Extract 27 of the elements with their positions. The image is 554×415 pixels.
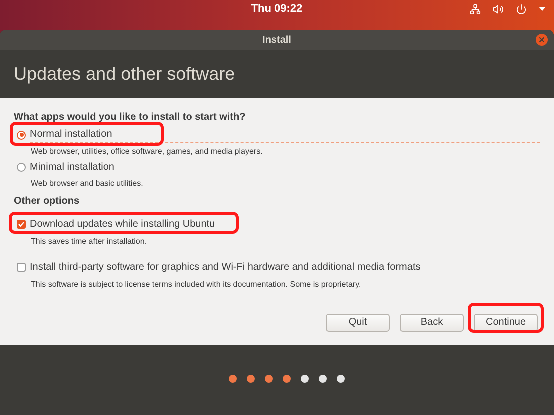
checkbox[interactable]: [17, 220, 26, 229]
caret-icon[interactable]: [539, 7, 546, 11]
option-description: This saves time after installation.: [31, 236, 148, 248]
power-icon[interactable]: [516, 4, 527, 14]
radio-button[interactable]: [17, 130, 26, 140]
dialog-button[interactable]: Back: [400, 314, 464, 332]
section-heading: Other options: [14, 195, 81, 209]
radio-label[interactable]: Minimal installation: [30, 160, 114, 175]
network-icon[interactable]: [470, 4, 481, 14]
clock[interactable]: Thu 09:22: [251, 0, 303, 18]
option-description: This software is subject to license terms included with its documentation. Some is proprietary.: [31, 279, 362, 291]
radio-button[interactable]: [17, 163, 26, 172]
checkbox[interactable]: [17, 263, 26, 272]
dialog-button[interactable]: Continue: [474, 314, 538, 332]
close-icon: [538, 36, 546, 44]
checkbox-label[interactable]: Download updates while installing Ubuntu: [30, 217, 216, 232]
volume-icon[interactable]: [493, 4, 504, 14]
checkmark-icon: [18, 221, 25, 228]
radio-label[interactable]: Normal installation: [30, 127, 540, 143]
close-button[interactable]: [536, 34, 548, 46]
option-description: Web browser and basic utilities.: [31, 178, 144, 190]
page-heading: Updates and other software: [14, 62, 236, 86]
section-heading: What apps would you like to install to start with?: [14, 111, 247, 125]
checkbox-label[interactable]: Install third-party software for graphics and Wi-Fi hardware and additional media formats: [30, 260, 421, 275]
option-description: Web browser, utilities, office software, games, and media players.: [31, 146, 264, 158]
window-title: Install: [262, 34, 292, 48]
dialog-button[interactable]: Quit: [326, 314, 390, 332]
